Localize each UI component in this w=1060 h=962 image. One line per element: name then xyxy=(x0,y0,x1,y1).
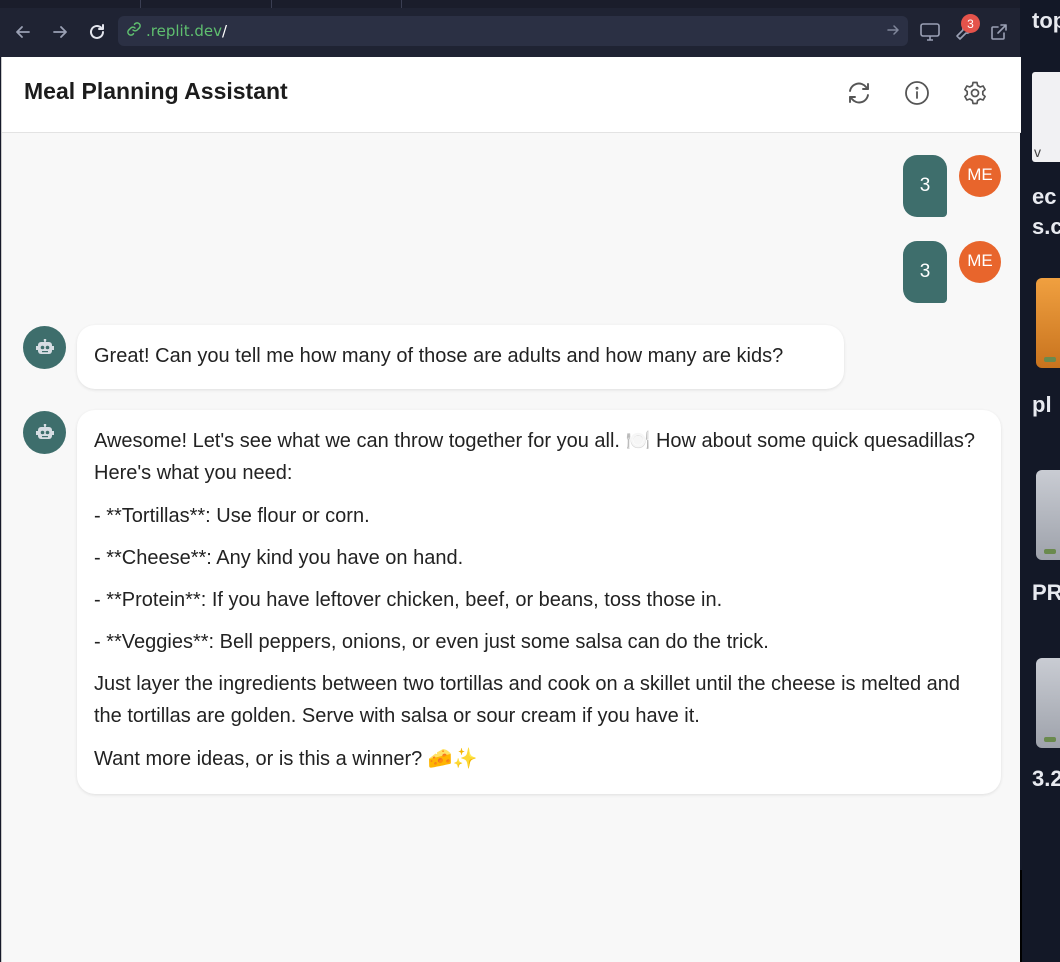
user-message-bubble: 3 xyxy=(903,241,947,303)
url-path: / xyxy=(221,22,228,40)
assistant-message-bubble: Great! Can you tell me how many of those… xyxy=(77,325,844,389)
bot-avatar-icon xyxy=(23,326,66,369)
go-arrow-icon[interactable] xyxy=(886,23,900,42)
ingredient-item: - **Protein**: If you have leftover chic… xyxy=(94,589,723,611)
link-icon xyxy=(126,21,142,42)
back-icon[interactable] xyxy=(5,14,41,50)
info-icon[interactable] xyxy=(902,78,932,108)
user-avatar: ME xyxy=(959,155,1001,197)
desktop-file-icon[interactable]: v xyxy=(1032,72,1060,162)
ingredient-item: - **Cheese**: Any kind you have on hand. xyxy=(94,547,464,569)
desktop-drive-icon[interactable] xyxy=(1036,658,1060,748)
notification-badge: 3 xyxy=(961,14,980,33)
meal-planning-app: Meal Planning Assistant 3 ME 3 ME Great!… xyxy=(1,57,1021,962)
assistant-message-bubble: Awesome! Let's see what we can throw tog… xyxy=(77,410,1001,794)
chat-messages: 3 ME 3 ME Great! Can you tell me how man… xyxy=(2,133,1021,962)
url-domain: .replit.dev xyxy=(146,22,222,40)
assistant-paragraph: Awesome! Let's see what we can throw tog… xyxy=(94,430,976,484)
address-bar[interactable]: .replit.dev/ xyxy=(118,16,908,46)
desktop-label: PR xyxy=(1032,580,1060,605)
app-title: Meal Planning Assistant xyxy=(24,78,288,104)
ingredient-item: - **Tortillas**: Use flour or corn. xyxy=(94,505,370,527)
forward-icon[interactable] xyxy=(42,14,78,50)
desktop-label: top xyxy=(1032,8,1060,33)
desktop-label: pl xyxy=(1032,392,1052,417)
browser-toolbar: .replit.dev/ 3 xyxy=(0,8,1032,57)
user-avatar: ME xyxy=(959,241,1001,283)
tab-divider xyxy=(140,0,141,8)
desktop-drive-icon[interactable] xyxy=(1036,278,1060,368)
desktop-drive-icon[interactable] xyxy=(1036,470,1060,560)
bot-avatar-icon xyxy=(23,411,66,454)
desktop-label: ec xyxy=(1032,184,1057,209)
reload-icon[interactable] xyxy=(79,14,115,50)
desktop-label: s.c xyxy=(1032,214,1060,239)
assistant-message-text: Great! Can you tell me how many of those… xyxy=(94,345,784,367)
settings-gear-icon[interactable] xyxy=(960,78,990,108)
refresh-icon[interactable] xyxy=(844,78,874,108)
ingredient-item: - **Veggies**: Bell peppers, onions, or … xyxy=(94,631,769,653)
url-text: .replit.dev/ xyxy=(146,22,227,40)
open-new-tab-icon[interactable] xyxy=(987,20,1011,44)
tab-strip xyxy=(0,0,1032,8)
desktop-label: 3.2 xyxy=(1032,766,1060,791)
user-message-bubble: 3 xyxy=(903,155,947,217)
desktop-label: v xyxy=(1034,144,1041,160)
assistant-paragraph: Just layer the ingredients between two t… xyxy=(94,673,961,727)
device-preview-icon[interactable] xyxy=(918,20,942,44)
tab-divider xyxy=(401,0,402,8)
tab-divider xyxy=(271,0,272,8)
desktop-background: top v ec s.c pl PR 3.2 xyxy=(1020,0,1060,962)
app-header: Meal Planning Assistant xyxy=(2,57,1021,133)
assistant-paragraph: Want more ideas, or is this a winner? 🧀✨ xyxy=(94,748,478,770)
